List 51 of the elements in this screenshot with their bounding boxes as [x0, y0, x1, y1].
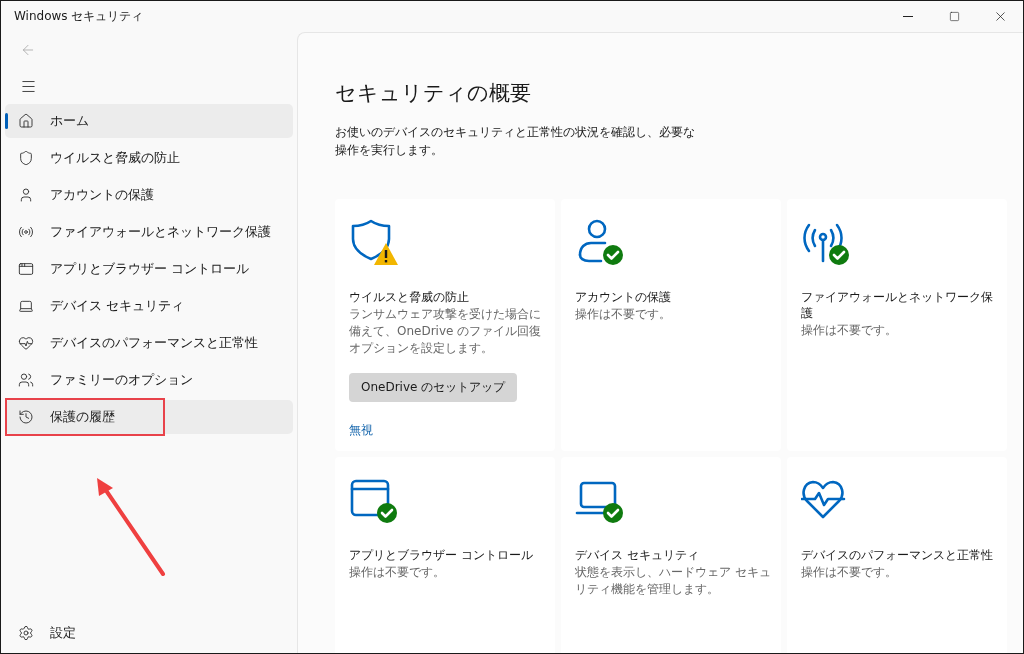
- window-title: Windows セキュリティ: [14, 8, 145, 25]
- card-description: 操作は不要です。: [349, 564, 445, 581]
- card-title: デバイス セキュリティ: [575, 547, 699, 563]
- shield-icon: [18, 150, 34, 166]
- card-description: 操作は不要です。: [801, 564, 897, 581]
- status-card[interactable]: ファイアウォールとネットワーク保護 操作は不要です。: [787, 199, 1007, 451]
- settings-item[interactable]: 設定: [5, 616, 293, 650]
- card-title: ウイルスと脅威の防止: [349, 289, 469, 305]
- antenna-icon: [803, 223, 843, 263]
- history-icon: [18, 409, 34, 425]
- window-icon: [350, 479, 390, 517]
- page-title: セキュリティの概要: [335, 80, 532, 107]
- status-card[interactable]: アカウントの保護 操作は不要です。: [561, 199, 781, 451]
- setup-button[interactable]: OneDrive のセットアップ: [349, 373, 518, 402]
- nav-item[interactable]: デバイスのパフォーマンスと正常性: [5, 326, 293, 360]
- laptop-icon: [18, 298, 34, 314]
- nav-item[interactable]: 保護の履歴: [5, 400, 293, 434]
- settings-icon: [18, 625, 34, 641]
- card-description: 状態を表示し、ハードウェア セキュリティ機能を管理します。: [575, 564, 772, 598]
- card-title: デバイスのパフォーマンスと正常性: [801, 547, 993, 563]
- nav-item[interactable]: ファイアウォールとネットワーク保護: [5, 215, 293, 249]
- nav-item[interactable]: ファミリーのオプション: [5, 363, 293, 397]
- status-card[interactable]: デバイス セキュリティ 状態を表示し、ハードウェア セキュリティ機能を管理します。: [561, 457, 781, 653]
- nav-item[interactable]: アカウントの保護: [5, 178, 293, 212]
- antenna-icon: [18, 224, 34, 240]
- person-icon: [18, 187, 34, 203]
- card-description: 操作は不要です。: [575, 306, 671, 323]
- dismiss-link[interactable]: 無視: [349, 422, 373, 439]
- nav-item[interactable]: デバイス セキュリティ: [5, 289, 293, 323]
- card-title: ファイアウォールとネットワーク保護: [801, 289, 994, 321]
- status-card[interactable]: デバイスのパフォーマンスと正常性 操作は不要です。: [787, 457, 1007, 653]
- card-description: ランサムウェア攻撃を受けた場合に備えて、OneDrive のファイル回復オプションを設定します。: [349, 306, 543, 357]
- person-icon: [578, 219, 607, 263]
- window-icon: [18, 261, 34, 277]
- card-title: アプリとブラウザー コントロール: [349, 547, 533, 563]
- heart-icon: [801, 480, 846, 519]
- heart-pulse-icon: [18, 335, 34, 351]
- selection-indicator: [5, 113, 8, 129]
- shield-icon: [351, 219, 391, 261]
- nav-item[interactable]: ウイルスと脅威の防止: [5, 141, 293, 175]
- nav-item[interactable]: ホーム: [5, 104, 293, 138]
- page-description: お使いのデバイスのセキュリティと正常性の状況を確認し、必要な操作を実行します。: [335, 124, 695, 159]
- card-description: 操作は不要です。: [801, 322, 897, 339]
- home-icon: [18, 113, 34, 129]
- people-icon: [18, 372, 34, 388]
- maximize-icon: [948, 11, 960, 22]
- minimize-icon: [903, 16, 913, 17]
- nav-item[interactable]: アプリとブラウザー コントロール: [5, 252, 293, 286]
- card-title: アカウントの保護: [575, 289, 671, 305]
- status-card[interactable]: ウイルスと脅威の防止 ランサムウェア攻撃を受けた場合に備えて、OneDrive のファイル回復オプションを設定します。 OneDrive のセットアップ 無視: [335, 199, 555, 451]
- status-card[interactable]: アプリとブラウザー コントロール 操作は不要です。: [335, 457, 555, 653]
